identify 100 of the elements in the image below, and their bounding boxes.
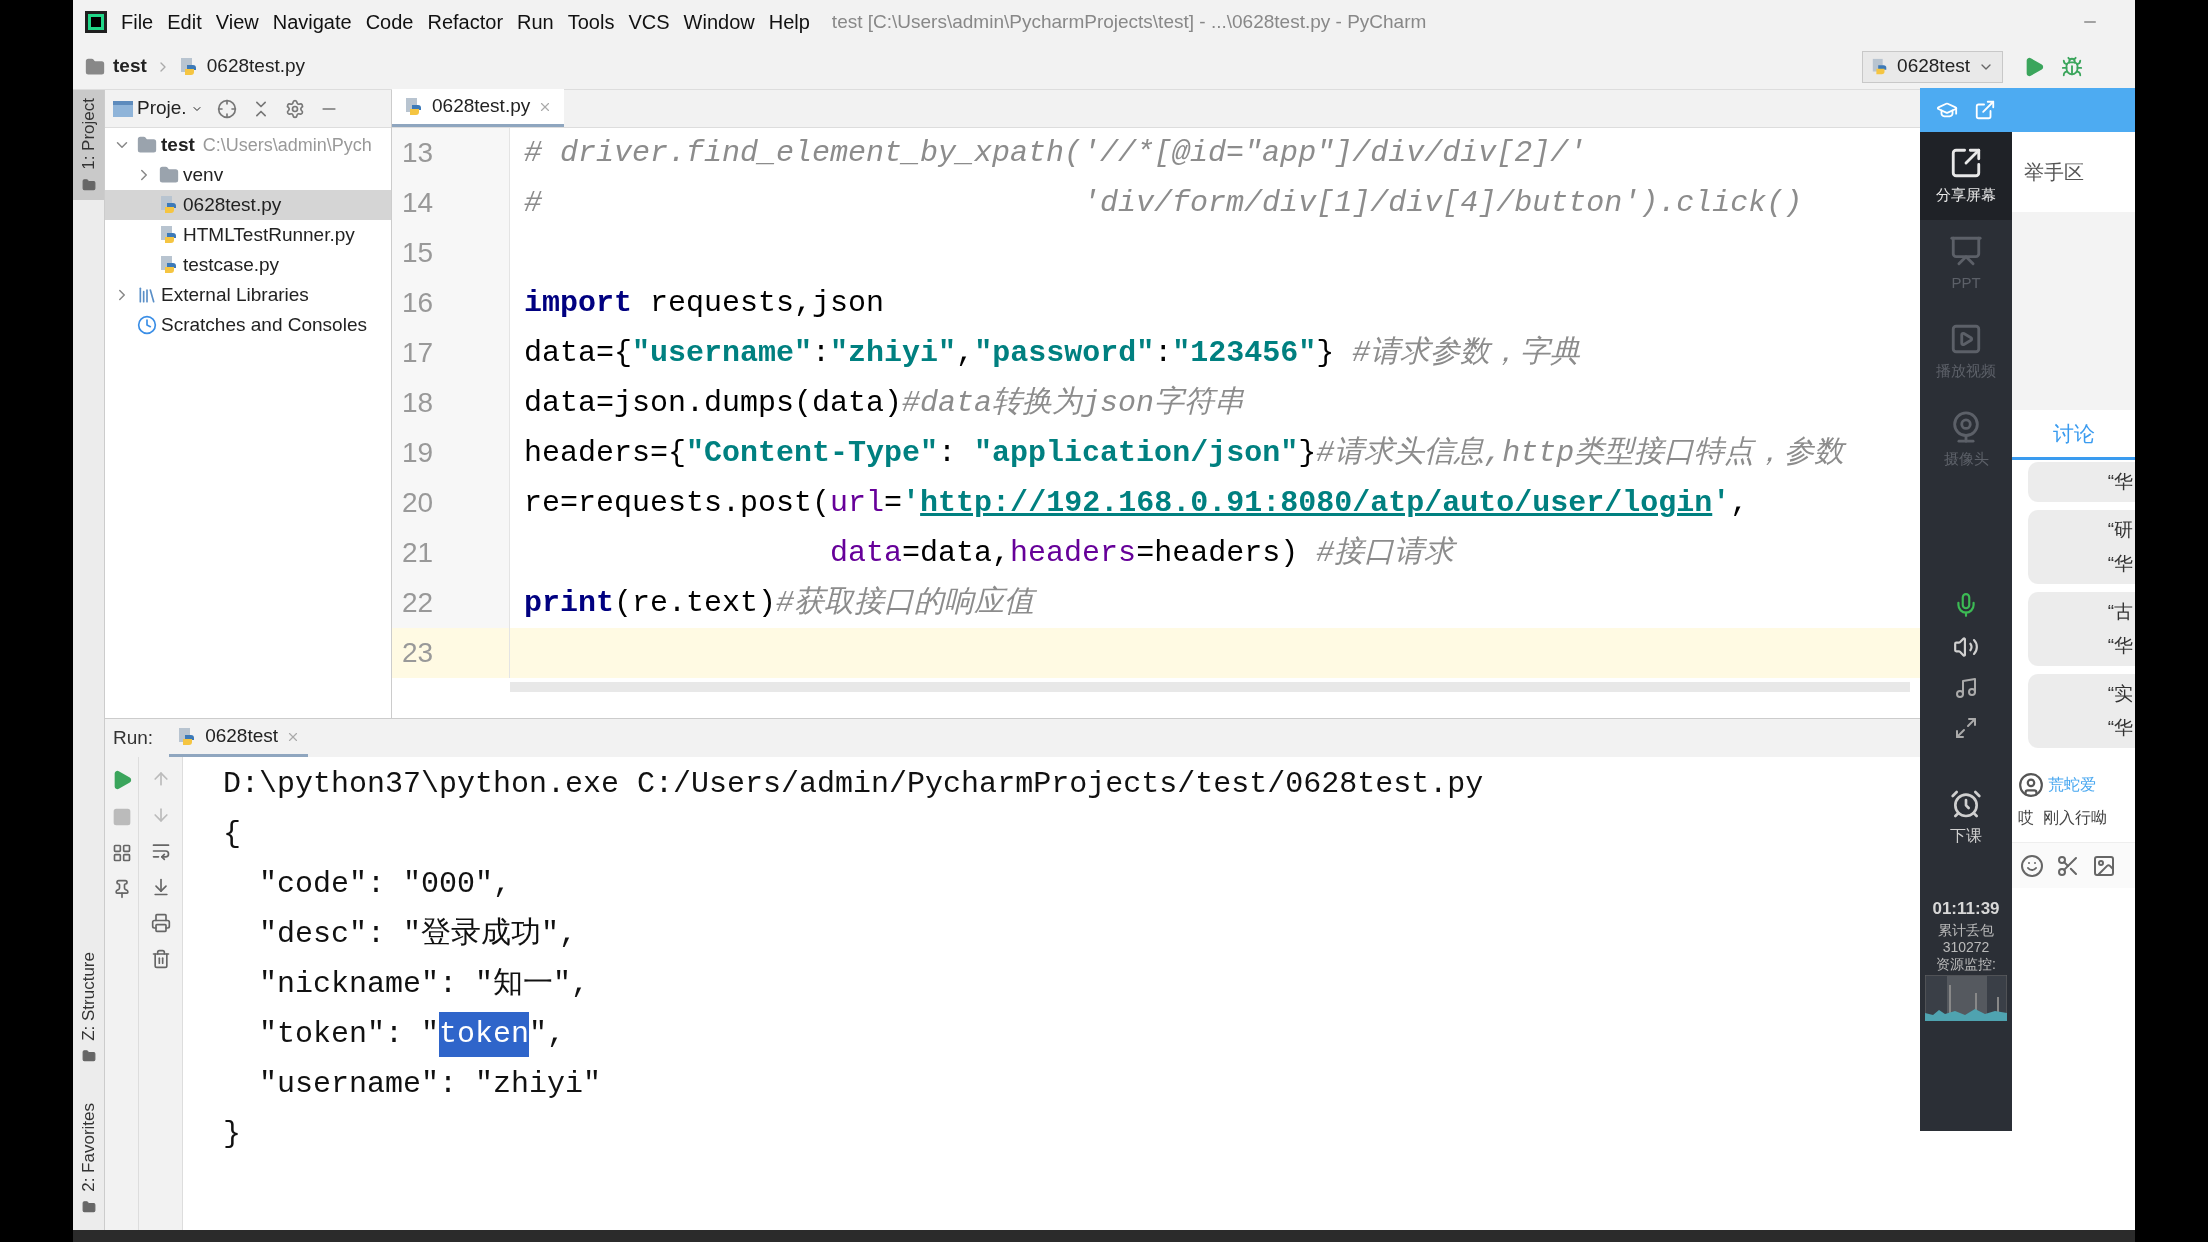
- console-text: "nickname": "知一",: [258, 965, 590, 1003]
- locate-icon[interactable]: [216, 98, 237, 119]
- tool-window-icon: [81, 1049, 96, 1064]
- line-number: 20: [392, 478, 510, 528]
- external-link-icon[interactable]: [1974, 99, 1996, 121]
- chat-text: “古: [2107, 600, 2133, 624]
- tree-item[interactable]: testcase.py: [105, 250, 391, 280]
- print-icon[interactable]: [150, 913, 171, 933]
- image-icon[interactable]: [2092, 853, 2116, 878]
- tree-item-label: test: [161, 132, 195, 157]
- tree-item[interactable]: HTMLTestRunner.py: [105, 220, 391, 250]
- tree-item-label: testcase.py: [183, 252, 280, 277]
- fullscreen-icon[interactable]: [1954, 716, 1978, 740]
- menu-item[interactable]: File: [121, 7, 154, 37]
- tool-window-tab[interactable]: Z: Structure: [73, 944, 104, 1072]
- python-file-icon: [159, 225, 179, 245]
- tree-item[interactable]: test C:\Users\admin\Pych: [105, 130, 391, 160]
- menu-item[interactable]: Tools: [567, 7, 615, 37]
- python-file-icon: [404, 96, 424, 117]
- trash-icon[interactable]: [150, 949, 171, 969]
- chat-text: “华: [2107, 716, 2133, 740]
- tree-item-label: venv: [183, 162, 224, 187]
- python-file-icon: [178, 56, 199, 77]
- breadcrumb-item[interactable]: test: [113, 52, 147, 81]
- editor-tab[interactable]: 0628test.py: [392, 89, 565, 127]
- chat-text: “实: [2107, 682, 2133, 706]
- user-name: 荒蛇爱: [2048, 775, 2096, 795]
- tree-item[interactable]: 0628test.py: [105, 190, 391, 220]
- code-text: print(re.text)#获取接口的响应值: [523, 584, 1035, 622]
- tree-item-label: Scratches and Consoles: [161, 312, 367, 337]
- chat-text: “华: [2107, 634, 2133, 658]
- code-text: re=requests.post(url='http://192.168.0.91:8080/atp/auto/user/login',: [523, 484, 1749, 522]
- line-number: 18: [392, 378, 510, 428]
- code-text: data={"username":"zhiyi","password":"123456"} #请求参数，字典: [523, 334, 1581, 372]
- line-number: 19: [392, 428, 510, 478]
- network-stat: 累计丢包: [1938, 921, 1994, 939]
- session-timer: 01:11:39: [1932, 898, 2000, 920]
- tool-window-icon: [81, 177, 96, 192]
- line-number: 21: [392, 528, 510, 578]
- selected-text: token: [439, 1011, 530, 1057]
- tree-item-label: HTMLTestRunner.py: [183, 222, 355, 247]
- code-text: data=data,headers=headers) #接口请求: [829, 534, 1455, 572]
- tool-window-tab[interactable]: 1: Project: [73, 90, 104, 200]
- tree-item[interactable]: venv: [105, 160, 391, 190]
- hand-raise-title: 举手区: [2024, 160, 2084, 185]
- code-text: # 'div/form/div[1]/div[4]/button').click(): [523, 184, 1803, 222]
- soft-wrap-icon[interactable]: [150, 841, 171, 861]
- console-text: "code": "000",: [258, 865, 512, 903]
- menu-item[interactable]: Run: [517, 7, 554, 37]
- debug-button[interactable]: [2061, 55, 2083, 78]
- console-text: "username": "zhiyi": [258, 1065, 602, 1103]
- python-file-icon: [159, 195, 179, 215]
- menu-item[interactable]: Window: [683, 7, 755, 37]
- tree-item[interactable]: External Libraries: [105, 280, 391, 310]
- speaker-icon[interactable]: [1953, 634, 1979, 660]
- tool-window-icon: [81, 1200, 96, 1214]
- line-number: 13: [392, 128, 510, 178]
- code-text: headers={"Content-Type": "application/json"}#请求头信息,http类型接口特点，参数: [523, 434, 1845, 472]
- console-text: }: [223, 1115, 241, 1153]
- menu-item[interactable]: Navigate: [272, 7, 352, 37]
- menu-item[interactable]: Help: [768, 7, 810, 37]
- scissors-icon[interactable]: [2056, 853, 2080, 878]
- line-number: 23: [392, 628, 510, 678]
- layout-icon[interactable]: [111, 843, 132, 863]
- end-class-button[interactable]: 下课: [1950, 788, 1982, 848]
- line-number: 16: [392, 278, 510, 328]
- menu-item[interactable]: Code: [365, 7, 414, 37]
- library-icon: [137, 285, 157, 305]
- music-icon[interactable]: [1954, 676, 1978, 700]
- line-number: 17: [392, 328, 510, 378]
- tree-item[interactable]: Scratches and Consoles: [105, 310, 391, 340]
- line-number: 22: [392, 578, 510, 628]
- meeting-tool-button[interactable]: 分享屏幕: [1920, 132, 2012, 220]
- python-file-icon: [159, 255, 179, 275]
- line-number: 15: [392, 228, 510, 278]
- project-path: C:\Users\admin\Pych: [202, 133, 372, 157]
- scratches-icon: [137, 315, 157, 335]
- window-title: test [C:\Users\admin\PycharmProjects\test] - ...\0628test.py - PyCharm: [831, 9, 1427, 34]
- tree-item-label: External Libraries: [161, 282, 309, 307]
- console-text: {: [223, 815, 241, 853]
- code-text: data=json.dumps(data)#data转换为json字符串: [523, 384, 1245, 422]
- run-config-dropdown[interactable]: 0628test: [1862, 50, 2003, 83]
- network-stat: 资源监控:: [1936, 955, 1996, 973]
- emoji-icon[interactable]: [2020, 853, 2044, 878]
- window-icon: [113, 100, 133, 117]
- tool-window-tab[interactable]: 2: Favorites: [73, 1095, 104, 1222]
- console-text: "token": ": [258, 1015, 440, 1053]
- menu-item[interactable]: Refactor: [427, 7, 504, 37]
- app-icon: [85, 11, 107, 33]
- console-text: "desc": "登录成功",: [258, 915, 578, 953]
- breadcrumb-item[interactable]: 0628test.py: [206, 52, 306, 81]
- chat-text: “华: [2107, 470, 2133, 494]
- code-text: # driver.find_element_by_xpath('//*[@id="app"]/div/div[2]/': [523, 134, 1587, 172]
- line-number: 14: [392, 178, 510, 228]
- chat-message: 哎 刚入行呦: [2017, 808, 2108, 828]
- menu-item[interactable]: View: [215, 7, 259, 37]
- menu-item[interactable]: Edit: [167, 7, 202, 37]
- menu-item[interactable]: VCS: [628, 7, 670, 37]
- settings-icon[interactable]: [284, 98, 305, 119]
- network-stat: 310272: [1942, 938, 1990, 956]
